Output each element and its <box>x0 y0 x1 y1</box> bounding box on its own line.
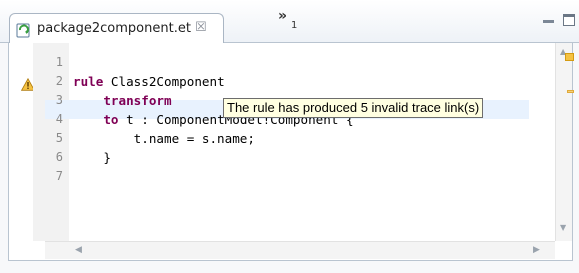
keyword-token: transform <box>103 93 172 108</box>
keyword-token: rule <box>73 74 104 89</box>
editor-bottom-border <box>8 260 573 261</box>
code-line[interactable]: 2 rule Class2Component <box>33 72 553 91</box>
editor-tab[interactable]: package2component.et ☒ <box>9 13 224 44</box>
minimize-icon[interactable] <box>543 20 554 23</box>
editor-tab-strip: package2component.et ☒ » 1 <box>0 0 579 44</box>
editor-window: package2component.et ☒ » 1 1 2 rule Class2… <box>0 0 579 273</box>
close-icon[interactable]: ☒ <box>195 21 207 35</box>
scroll-right-arrow-icon[interactable]: ▶ <box>533 245 540 255</box>
line-number: 2 <box>55 74 63 88</box>
code-line[interactable]: 7 <box>33 167 553 186</box>
tab-overflow-count: 1 <box>291 20 298 31</box>
code-text[interactable]: transform <box>73 91 172 110</box>
scroll-left-arrow-icon[interactable]: ◀ <box>75 245 82 255</box>
warning-tooltip: The rule has produced 5 invalid trace li… <box>223 98 484 118</box>
code-editor[interactable]: 1 2 rule Class2Component 3 transform 4 to t … <box>8 43 574 260</box>
line-number: 7 <box>55 169 63 183</box>
code-token: Class2Component <box>103 74 225 89</box>
line-number: 1 <box>55 55 63 69</box>
code-line[interactable]: 1 <box>33 53 553 72</box>
code-line[interactable]: 6 } <box>33 148 553 167</box>
code-text[interactable]: } <box>73 148 111 167</box>
line-number: 4 <box>55 112 63 126</box>
line-number: 6 <box>55 150 63 164</box>
keyword-token: to <box>103 112 119 127</box>
code-text[interactable]: rule Class2Component <box>73 72 225 91</box>
code-token: t.name = s.name; <box>73 131 255 146</box>
maximize-icon[interactable] <box>563 14 575 26</box>
overview-annotation-marker[interactable] <box>567 90 574 93</box>
line-number: 3 <box>55 93 63 107</box>
code-line[interactable]: 5 t.name = s.name; <box>33 129 553 148</box>
horizontal-scrollbar[interactable]: ◀ ▶ <box>45 241 555 259</box>
scroll-down-arrow-icon[interactable]: ▼ <box>560 223 566 232</box>
overview-warning-marker[interactable] <box>565 53 574 61</box>
code-text[interactable]: t.name = s.name; <box>73 129 255 148</box>
script-file-icon <box>16 23 30 38</box>
vertical-scrollbar[interactable]: ▲ ▼ <box>555 43 572 241</box>
code-token: } <box>73 150 111 165</box>
annotation-ruler <box>9 43 33 260</box>
tab-overflow-chevron-icon[interactable]: » <box>278 8 287 24</box>
line-number: 5 <box>55 131 63 145</box>
tab-title: package2component.et <box>37 21 191 36</box>
